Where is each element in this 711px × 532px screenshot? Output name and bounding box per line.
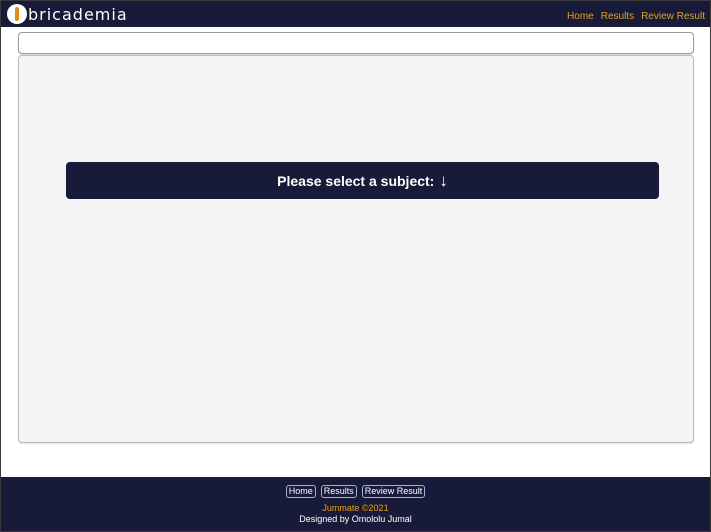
- designer-credit: Designed by Omololu Jumal: [299, 514, 412, 524]
- logo-text: bricademia: [28, 4, 128, 24]
- nav-results-link[interactable]: Results: [601, 11, 634, 22]
- footer-results-link[interactable]: Results: [320, 485, 357, 498]
- top-nav: Home Results Review Result: [567, 11, 705, 22]
- site-logo[interactable]: bricademia: [7, 4, 128, 24]
- nav-home-link[interactable]: Home: [567, 11, 594, 22]
- subject-select-dropdown[interactable]: Please select a subject: ↓: [66, 162, 659, 199]
- subject-select-label: Please select a subject:: [277, 172, 435, 189]
- footer-nav: Home Results Review Result: [1, 485, 710, 498]
- footer: Home Results Review Result Jummate ©2021…: [1, 477, 710, 531]
- top-input-box[interactable]: [18, 32, 694, 54]
- copyright-text: Jummate ©2021: [322, 503, 389, 513]
- content-panel: [18, 55, 694, 443]
- footer-review-result-link[interactable]: Review Result: [361, 485, 426, 498]
- logo-icon: [7, 4, 27, 24]
- nav-review-result-link[interactable]: Review Result: [641, 11, 705, 22]
- top-navbar: bricademia Home Results Review Result: [1, 1, 710, 27]
- footer-home-link[interactable]: Home: [285, 485, 316, 498]
- arrow-down-icon: ↓: [439, 170, 448, 190]
